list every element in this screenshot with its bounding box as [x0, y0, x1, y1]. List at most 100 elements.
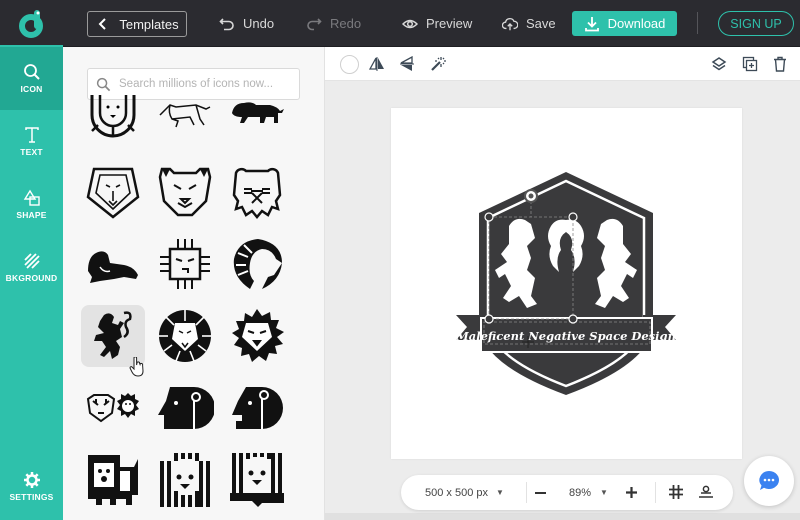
- divider: [526, 482, 527, 503]
- delete-button[interactable]: [771, 55, 789, 73]
- lion-profile-open-mouth-icon: [232, 387, 283, 429]
- icon-result[interactable]: [225, 305, 289, 367]
- undo-label: Undo: [243, 16, 275, 31]
- icon-result[interactable]: [81, 377, 145, 439]
- icon-result[interactable]: [81, 449, 145, 511]
- undo-button[interactable]: Undo: [219, 11, 274, 36]
- lion-sun-mane-icon: [232, 309, 284, 362]
- flip-horizontal-icon: [369, 57, 384, 71]
- sidebar-item-label: SETTINGS: [9, 492, 54, 502]
- editor-toolbar: [325, 47, 800, 81]
- resize-handle-bottom-right[interactable]: [568, 314, 578, 324]
- divider: [655, 482, 656, 503]
- cloud-upload-icon: [502, 17, 518, 30]
- chevron-left-icon: [98, 18, 107, 30]
- lion-sunburst-icon: [159, 310, 211, 362]
- canvas-controls-bar: 500 x 500 px ▼ 89% ▼: [401, 475, 733, 510]
- lion-cub-icon: [88, 455, 138, 505]
- icon-result[interactable]: [153, 233, 217, 295]
- layers-button[interactable]: [710, 55, 728, 73]
- grid-icon[interactable]: [669, 485, 683, 499]
- resize-handle-bottom-left[interactable]: [484, 314, 494, 324]
- align-bottom-icon[interactable]: [699, 485, 713, 499]
- icon-search-input[interactable]: [119, 78, 299, 90]
- sidebar-item-label: ICON: [20, 84, 43, 94]
- templates-button[interactable]: Templates: [87, 11, 187, 37]
- flip-vertical-button[interactable]: [398, 55, 416, 73]
- save-button[interactable]: Save: [502, 11, 556, 36]
- sidebar-item-icon[interactable]: ICON: [0, 47, 63, 110]
- resize-handle-top-left[interactable]: [484, 212, 494, 222]
- sign-up-label: SIGN UP: [730, 16, 782, 31]
- lion-cage-icon: [160, 453, 210, 507]
- color-picker-icon[interactable]: [340, 55, 359, 74]
- design-canvas[interactable]: Maleficent Negative Space Design: [391, 108, 742, 459]
- save-label: Save: [526, 16, 556, 31]
- canvas-size-select[interactable]: 500 x 500 px: [425, 487, 488, 499]
- icon-result[interactable]: [225, 449, 289, 511]
- text-icon: [24, 127, 39, 143]
- icon-panel: [63, 47, 325, 520]
- layers-icon: [711, 57, 727, 71]
- lion-profile-block-icon: [158, 387, 214, 429]
- icon-result[interactable]: [81, 233, 145, 295]
- redo-button[interactable]: Redo: [306, 11, 361, 36]
- caret-down-icon[interactable]: ▼: [600, 488, 608, 497]
- icon-result[interactable]: [225, 93, 289, 155]
- lion-cage-paws-icon: [230, 453, 284, 507]
- flip-horizontal-button[interactable]: [368, 55, 386, 73]
- sidebar-item-shape[interactable]: SHAPE: [0, 173, 63, 236]
- redo-label: Redo: [330, 16, 362, 31]
- background-icon: [23, 253, 40, 269]
- icon-result[interactable]: [81, 161, 145, 223]
- icon-result[interactable]: [153, 449, 217, 511]
- lion-tribal-head-icon: [233, 239, 282, 289]
- magic-wand-button[interactable]: [429, 55, 447, 73]
- cheetah-head-icon: [158, 167, 212, 217]
- gear-icon: [23, 472, 40, 488]
- icon-result[interactable]: [225, 233, 289, 295]
- redo-icon: [307, 17, 322, 30]
- trash-icon: [774, 56, 786, 72]
- chat-bubble-icon: [759, 471, 779, 490]
- zoom-in-button[interactable]: [626, 487, 637, 498]
- chat-button[interactable]: [744, 456, 794, 506]
- search-icon: [23, 64, 40, 80]
- download-icon: [584, 16, 599, 31]
- lion-circuit-icon: [160, 239, 210, 289]
- lion-silhouette-walking-icon: [232, 102, 284, 123]
- sidebar-item-settings[interactable]: SETTINGS: [0, 455, 63, 518]
- designevo-logo-icon[interactable]: [17, 9, 47, 39]
- icon-result[interactable]: [81, 93, 145, 155]
- sidebar-item-text[interactable]: TEXT: [0, 110, 63, 173]
- caret-down-icon[interactable]: ▼: [496, 488, 504, 497]
- lion-arch-face-icon: [90, 95, 136, 138]
- undo-icon: [219, 17, 234, 30]
- badge-text[interactable]: Maleficent Negative Space Design: [455, 329, 676, 343]
- resize-handle-top-right[interactable]: [568, 212, 578, 222]
- horizontal-scrollbar[interactable]: [325, 513, 800, 520]
- zoom-level-select[interactable]: 89%: [569, 487, 591, 499]
- sidebar-item-background[interactable]: BKGROUND: [0, 236, 63, 299]
- logo-design[interactable]: Maleficent Negative Space Design: [391, 108, 742, 459]
- top-bar: Templates Undo Redo Preview Save Downloa…: [0, 0, 800, 47]
- icon-result[interactable]: [225, 377, 289, 439]
- flip-vertical-icon: [400, 56, 414, 71]
- sidebar-item-label: TEXT: [20, 147, 43, 157]
- preview-button[interactable]: Preview: [402, 11, 472, 36]
- download-button[interactable]: Download: [572, 11, 677, 36]
- eye-icon: [402, 19, 418, 28]
- duplicate-button[interactable]: [741, 55, 759, 73]
- duplicate-icon: [742, 56, 758, 72]
- zoom-out-button[interactable]: [535, 491, 546, 494]
- icon-result[interactable]: [153, 377, 217, 439]
- icon-result[interactable]: [153, 93, 217, 155]
- icon-result[interactable]: [153, 305, 217, 367]
- magic-wand-icon: [431, 57, 446, 71]
- sign-up-button[interactable]: SIGN UP: [718, 11, 794, 36]
- icon-result[interactable]: [153, 161, 217, 223]
- icon-result[interactable]: [225, 161, 289, 223]
- download-label: Download: [607, 16, 666, 31]
- shield-shape[interactable]: [479, 172, 653, 395]
- lion-mane-head-icon: [232, 167, 282, 219]
